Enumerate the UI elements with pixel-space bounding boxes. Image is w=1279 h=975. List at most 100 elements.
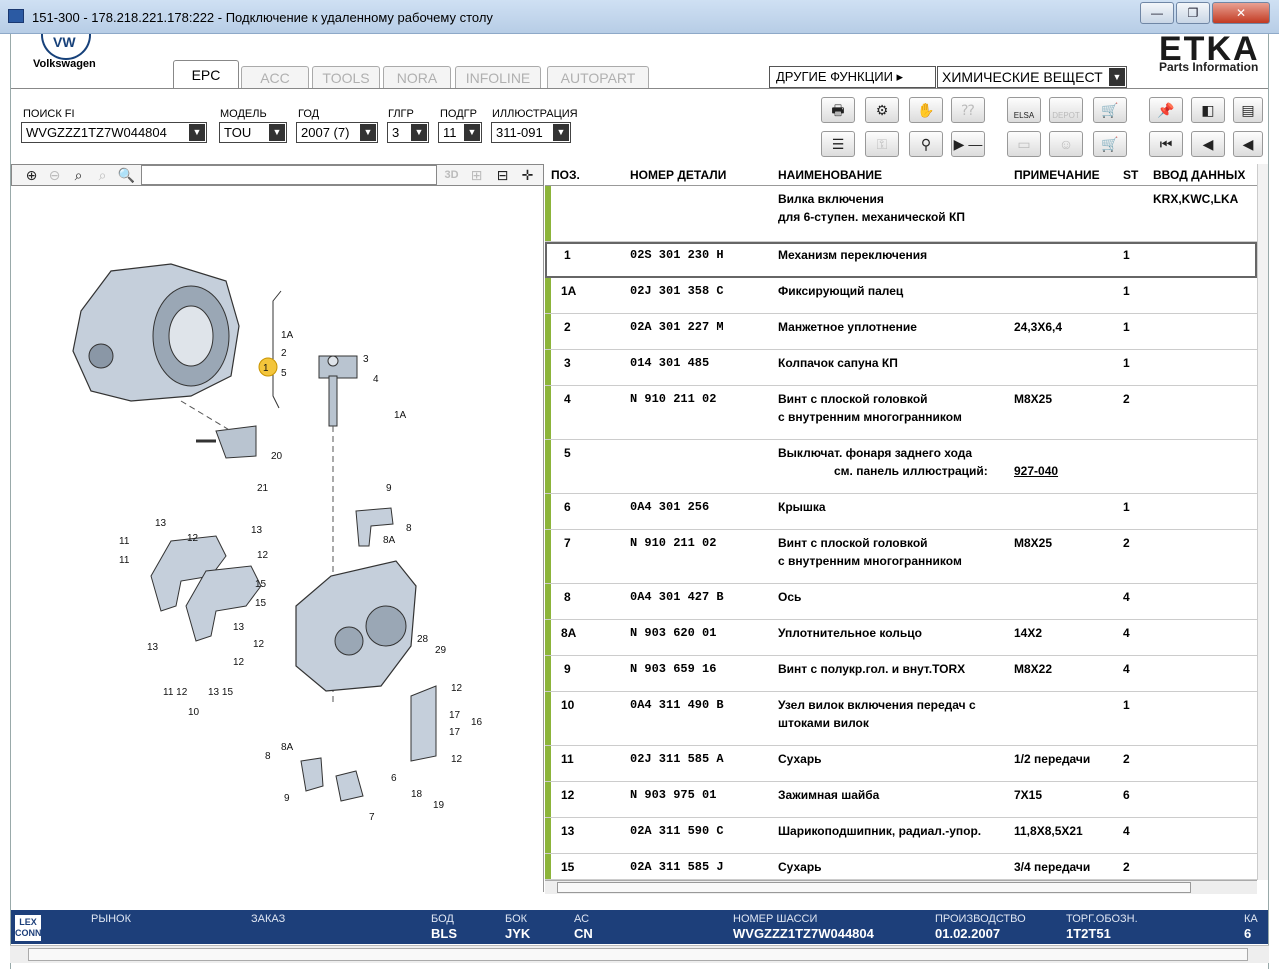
row-note: 11,8X8,5X21 [1014,824,1083,838]
other-functions-button[interactable]: ДРУГИЕ ФУНКЦИИ ▸ [769,66,936,88]
pin-icon[interactable]: 📌 [1149,97,1183,123]
col-note[interactable]: ПРИМЕЧАНИЕ [1014,168,1100,182]
key-icon[interactable]: ⚿ [865,131,899,157]
table-row[interactable]: 8 0A4 301 427 B Ось 4 [545,584,1257,620]
zoom-in-icon[interactable]: ⊕ [21,165,42,185]
close-button[interactable]: ✕ [1212,2,1270,24]
minimize-button[interactable]: — [1140,2,1174,24]
table-row[interactable]: 15 02A 311 585 J Сухарь 3/4 передачи 2 [545,854,1257,880]
col-qty[interactable]: ST [1123,168,1138,182]
chevron-down-icon[interactable]: ▼ [1109,68,1125,86]
col-name[interactable]: НАИМЕНОВАНИЕ [778,168,882,182]
depot-icon[interactable]: DEPOT [1049,97,1083,123]
table-row[interactable]: 11 02J 311 585 A Сухарь 1/2 передачи 2 [545,746,1257,782]
zoom-area-icon[interactable]: ⌕ [68,165,89,185]
main-group-value: 3 [392,125,400,140]
parts-icon[interactable]: ⚙ [865,97,899,123]
first-icon[interactable]: ⏮ [1149,131,1183,157]
table-horizontal-scrollbar[interactable] [545,880,1257,894]
tab-nora[interactable]: NORA [383,66,451,88]
doc-icon[interactable]: ▤ [1233,97,1263,123]
callout: 5 [281,368,287,379]
book-back-icon[interactable]: ◧ [1191,97,1225,123]
chevron-down-icon[interactable]: ▼ [189,124,205,141]
illustration-select[interactable]: 311-091 ▼ [491,122,571,143]
crosshair-icon[interactable]: ✛ [517,165,538,185]
vin-search-value: WVGZZZ1TZ7W044804 [26,125,167,140]
status-value-color: 6 [1244,926,1252,941]
subgroup-select[interactable]: 11 ▼ [438,122,482,143]
restore-button[interactable]: ❐ [1176,2,1210,24]
col-input[interactable]: ВВОД ДАННЫХ [1153,168,1245,182]
question-icon[interactable]: ⁇ [951,97,985,123]
scrollbar-thumb[interactable] [557,882,1191,893]
table-vertical-scrollbar[interactable] [1257,164,1268,880]
play-minus-icon[interactable]: ▶ — [951,131,985,157]
year-select[interactable]: 2007 (7) ▼ [296,122,378,143]
prev-icon[interactable]: ◀ [1191,131,1225,157]
scrollbar-thumb[interactable] [28,948,1248,961]
table-row[interactable]: 5 Выключат. фонаря заднего хода см. пане… [545,440,1257,494]
table-row[interactable]: Вилка включения для 6-ступен. механическ… [545,186,1257,242]
callout: 1A [394,410,407,421]
table-row-selected[interactable]: 1 02S 301 230 H Механизм переключения 1 [545,242,1257,278]
table-row[interactable]: 10 0A4 311 490 B Узел вилок включения пе… [545,692,1257,746]
chevron-down-icon[interactable]: ▼ [464,124,480,141]
chevron-down-icon[interactable]: ▼ [553,124,569,141]
zoom-fit-icon[interactable]: ⌕ [92,165,113,185]
row-pos: 12 [561,788,575,802]
layout-icon[interactable]: ⊟ [492,165,513,185]
zoom-out-icon[interactable]: ⊖ [44,165,65,185]
exploded-view-drawing[interactable]: 1A 2 3 5 4 1A 1 20 21 9 8 8A 13 12 13 11… [11,186,544,892]
status-label-color: КА [1244,913,1258,925]
table-row[interactable]: 4 N 910 211 02 Винт с плоской головкой с… [545,386,1257,440]
bike-icon[interactable]: ⚲ [909,131,943,157]
split-view-icon[interactable]: ⊞ [466,165,487,185]
table-row[interactable]: 1A 02J 301 358 C Фиксирующий палец 1 [545,278,1257,314]
search-icon[interactable]: 🔍 [116,165,137,185]
user-icon[interactable]: ☺ [1049,131,1083,157]
hands-icon[interactable]: ✋ [909,97,943,123]
tab-acc[interactable]: ACC [241,66,309,88]
tab-infoline[interactable]: INFOLINE [455,66,541,88]
row-pos: 13 [561,824,575,838]
table-row[interactable]: 13 02A 311 590 C Шарикоподшипник, радиал… [545,818,1257,854]
window-horizontal-scrollbar[interactable] [10,945,1269,963]
chevron-down-icon[interactable]: ▼ [360,124,376,141]
row-name: Выключат. фонаря заднего хода [778,446,973,460]
vin-search-field[interactable]: WVGZZZ1TZ7W044804 ▼ [21,122,207,143]
table-row[interactable]: 6 0A4 301 256 Крышка 1 [545,494,1257,530]
col-part-number[interactable]: НОМЕР ДЕТАЛИ [630,168,726,182]
row-marker [545,854,551,879]
callout: 13 [147,642,159,653]
vw-logo-text: VW [53,34,76,50]
elsa-icon[interactable]: ELSA [1007,97,1041,123]
row-marker [545,818,551,853]
tab-epc[interactable]: EPC [173,60,239,88]
tab-tools[interactable]: TOOLS [312,66,380,88]
other-functions-select[interactable]: ХИМИЧЕСКИЕ ВЕЩЕСТ ▼ [937,66,1127,88]
cart-icon[interactable]: 🛒 [1093,131,1127,157]
table-row[interactable]: 9 N 903 659 16 Винт с полукр.гол. и внут… [545,656,1257,692]
model-select[interactable]: TOU ▼ [219,122,287,143]
chevron-down-icon[interactable]: ▼ [411,124,427,141]
table-row[interactable]: 2 02A 301 227 M Манжетное уплотнение 24,… [545,314,1257,350]
list-icon[interactable]: ☰ [821,131,855,157]
illustration-search-input[interactable] [141,165,437,185]
main-group-select[interactable]: 3 ▼ [387,122,429,143]
table-row[interactable]: 3 014 301 485 Колпачок сапуна КП 1 [545,350,1257,386]
table-row[interactable]: 7 N 910 211 02 Винт с плоской головкой с… [545,530,1257,584]
row-qty: 1 [1123,500,1130,514]
tab-autopart[interactable]: AUTOPART [547,66,649,88]
chevron-down-icon[interactable]: ▼ [269,124,285,141]
row-part: 0A4 311 490 B [630,698,724,712]
table-row[interactable]: 8A N 903 620 01 Уплотнительное кольцо 14… [545,620,1257,656]
table-row[interactable]: 12 N 903 975 01 Зажимная шайба 7X15 6 [545,782,1257,818]
elsa2-icon[interactable]: ▭ [1007,131,1041,157]
illustration-link[interactable]: 927-040 [1014,464,1058,478]
view-3d-button[interactable]: 3D [441,165,462,185]
cart-move-icon[interactable]: 🛒 [1093,97,1127,123]
print-icon[interactable]: 🖶 [821,97,855,123]
col-pos[interactable]: ПОЗ. [551,168,580,182]
back-icon[interactable]: ◀ [1233,131,1263,157]
